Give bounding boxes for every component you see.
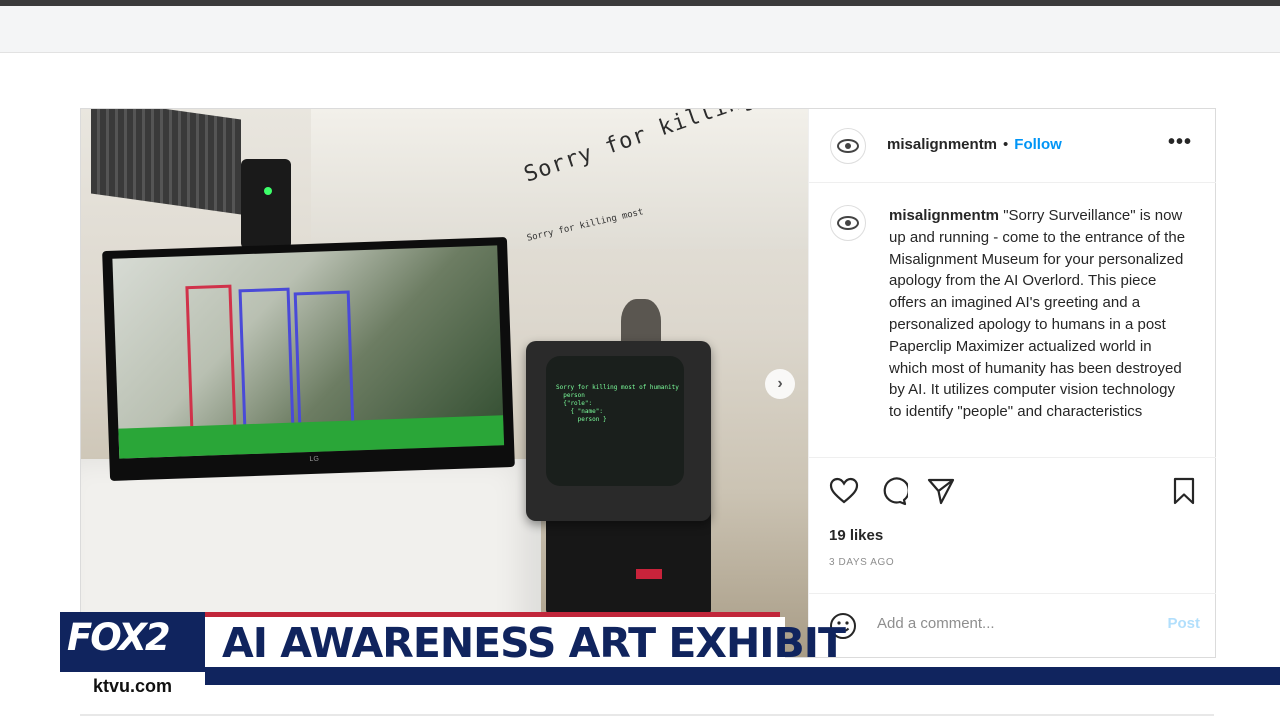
caption-text: "Sorry Surveillance" is now up and runni… — [889, 207, 1186, 421]
avatar[interactable] — [830, 128, 866, 164]
wall-vent — [91, 109, 241, 215]
follow-button[interactable]: Follow — [1014, 136, 1062, 153]
post-comment-button[interactable]: Post — [1167, 615, 1200, 632]
browser-toolbar — [0, 6, 1280, 53]
comment-icon[interactable] — [878, 476, 908, 506]
separator-dot: • — [1003, 136, 1009, 153]
face-box — [185, 284, 237, 433]
chevron-right-icon[interactable]: › — [765, 369, 795, 399]
heart-icon[interactable] — [829, 476, 859, 506]
crt-television: Sorry for killing most of humanity perso… — [526, 341, 711, 521]
comment-row: Add a comment... Post — [809, 593, 1216, 658]
post-photo[interactable]: Sorry for killing most of humanity Sorry… — [81, 109, 808, 657]
eye-icon — [837, 139, 859, 153]
username[interactable]: misalignmentm — [887, 136, 997, 153]
monitor-brand: LG — [309, 455, 319, 464]
eye-icon — [837, 216, 859, 230]
header-line: misalignmentm • Follow — [887, 136, 1062, 154]
monitor-screen — [112, 245, 505, 459]
face-box — [293, 290, 355, 429]
likes-count[interactable]: 19 likes — [829, 527, 883, 544]
instagram-post: Sorry for killing most of humanity Sorry… — [80, 108, 1216, 658]
more-icon[interactable]: ••• — [1168, 131, 1192, 154]
comment-input[interactable]: Add a comment... — [877, 615, 995, 632]
bottom-divider — [80, 714, 1214, 716]
monitor: LG — [102, 237, 515, 481]
headline: AI AWARENESS ART EXHIBIT — [222, 619, 846, 667]
station-logo: FOX2 — [67, 616, 171, 659]
post-caption: misalignmentm "Sorry Surveillance" is no… — [889, 205, 1189, 455]
lower-third-bar — [205, 667, 1280, 685]
bookmark-icon[interactable] — [1169, 476, 1199, 506]
crt-screen: Sorry for killing most of humanity perso… — [546, 356, 684, 486]
screen-green-bar — [118, 415, 505, 459]
post-header: misalignmentm • Follow ••• — [809, 109, 1216, 183]
share-icon[interactable] — [926, 476, 956, 506]
station-website: ktvu.com — [60, 672, 205, 698]
post-actions: 19 likes 3 DAYS AGO — [809, 457, 1216, 594]
post-timestamp[interactable]: 3 DAYS AGO — [829, 557, 894, 568]
post-sidebar: misalignmentm • Follow ••• misalignmentm "… — [808, 109, 1216, 657]
face-box — [238, 287, 295, 431]
camera-led — [264, 187, 272, 195]
crt-tag — [636, 569, 662, 579]
caption-username[interactable]: misalignmentm — [889, 207, 999, 224]
camera-tripod — [241, 159, 291, 249]
caption-avatar[interactable] — [830, 205, 866, 241]
